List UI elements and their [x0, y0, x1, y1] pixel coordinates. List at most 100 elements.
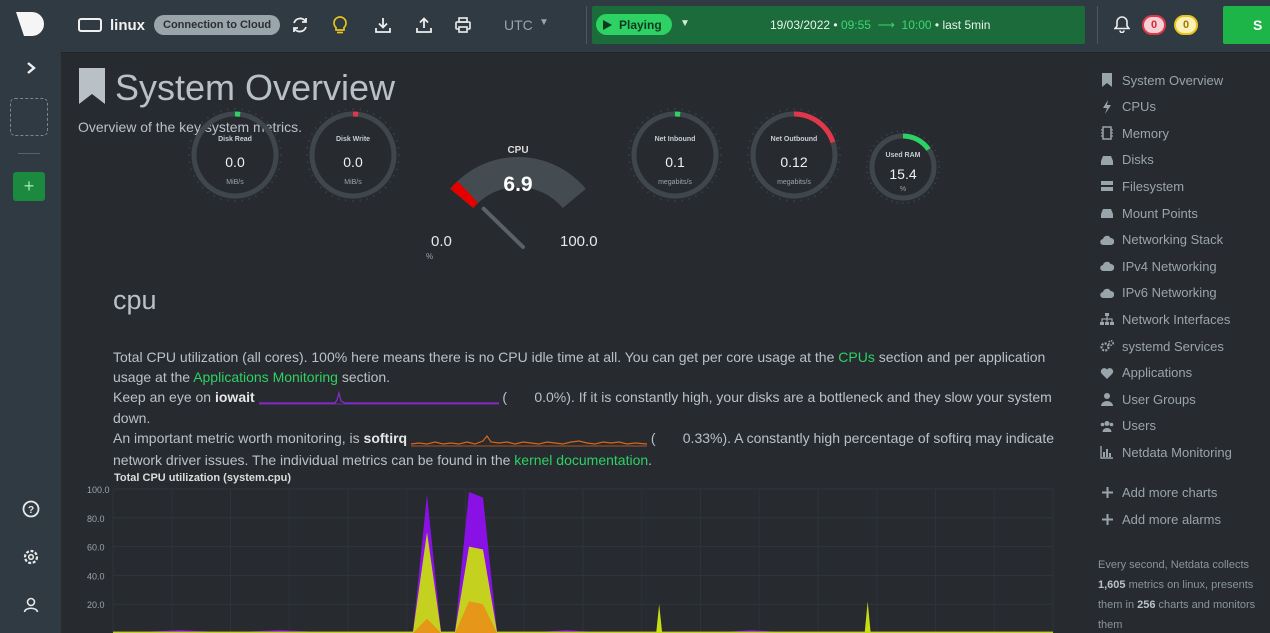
gauge-label: Disk Write [335, 136, 371, 143]
time-range[interactable]: 19/03/2022 • 09:55 ⟶ 10:00 • last 5min [770, 18, 990, 32]
netdata-dashboard: + ? linux Connection to Cloud UTC ▼ Play… [0, 0, 1270, 633]
gauge-label: Used RAM [885, 151, 921, 159]
refresh-icon[interactable] [289, 14, 311, 36]
netdata-logo[interactable] [14, 10, 46, 38]
download-icon[interactable] [372, 14, 394, 36]
chevron-down-icon[interactable]: ▼ [539, 17, 549, 28]
charts-count: 256 [1137, 599, 1156, 611]
plus-icon [1100, 485, 1114, 499]
desc-text: An important metric worth monitoring, is [113, 430, 364, 447]
divider [1097, 6, 1098, 44]
add-more-charts-link[interactable]: Add more charts [1100, 482, 1217, 502]
bell-icon[interactable] [1113, 15, 1131, 38]
softirq-sparkline[interactable] [410, 430, 647, 450]
bar-chart-icon [1100, 445, 1114, 460]
bookmark-icon [79, 68, 105, 104]
cpu-gauge-max: 100.0 [560, 233, 598, 250]
gauge-unit: % [899, 186, 907, 193]
gauge-disk-read[interactable]: Disk Read 0.0 MiB/s [187, 107, 283, 203]
nav-item-label: Netdata Monitoring [1122, 444, 1232, 460]
date-text: 19/03/2022 [770, 18, 831, 32]
cloud-icon [1100, 286, 1114, 300]
add-more-alarms-link[interactable]: Add more alarms [1100, 509, 1221, 529]
gauge-value: 0.0 [225, 154, 245, 170]
connection-to-cloud-badge[interactable]: Connection to Cloud [154, 15, 281, 35]
mount-icon [1100, 206, 1114, 220]
user-profile-icon[interactable] [0, 594, 61, 616]
range-text: last 5min [942, 18, 991, 32]
nav-item-label: systemd Services [1122, 338, 1224, 354]
cpu-utilization-chart[interactable]: 100.0 80.0 60.0 40.0 20.0 [85, 483, 1060, 633]
nav-item-applications[interactable]: Applications [1100, 363, 1192, 383]
chevron-down-icon[interactable]: ▼ [680, 18, 690, 29]
nav-item-system-overview[interactable]: System Overview [1100, 70, 1223, 90]
expand-sidebar-icon[interactable] [0, 56, 61, 80]
gauge-unit: megabits/s [777, 179, 811, 186]
play-button[interactable]: Playing [596, 14, 672, 35]
section-title: cpu [113, 285, 157, 315]
cloud-icon [1100, 259, 1114, 273]
cpus-link[interactable]: CPUs [838, 349, 875, 365]
help-icon[interactable]: ? [0, 498, 61, 520]
nav-item-label: Users [1122, 418, 1156, 434]
nav-item-label: CPUs [1122, 99, 1156, 115]
applications-monitoring-link[interactable]: Applications Monitoring [193, 369, 338, 385]
nav-item-systemd-services[interactable]: systemd Services [1100, 336, 1224, 356]
nav-item-user-groups[interactable]: User Groups [1100, 389, 1196, 409]
play-icon [603, 19, 612, 30]
cloud-icon [1100, 233, 1114, 247]
add-space-button[interactable]: + [13, 172, 45, 201]
nav-item-users[interactable]: Users [1100, 416, 1156, 436]
left-rail: + ? [0, 0, 61, 633]
softirq-label: softirq [363, 430, 408, 447]
space-placeholder[interactable] [10, 98, 48, 136]
lightbulb-icon[interactable] [329, 14, 351, 36]
cpu-gauge[interactable]: CPU 6.9 0.0 100.0 % [426, 145, 607, 265]
gauge-net-outbound[interactable]: Net Outbound 0.12 megabits/s [746, 107, 842, 203]
nav-item-ipv6-networking[interactable]: IPv6 Networking [1100, 283, 1217, 303]
nav-item-label: Disks [1122, 152, 1154, 168]
chart-spike [864, 601, 871, 633]
cpu-gauge-min: 0.0 [431, 233, 452, 250]
softirq-value: 0.33% [682, 430, 723, 447]
gauge-disk-write[interactable]: Disk Write 0.0 MiB/s [305, 107, 401, 203]
nav-item-ipv4-networking[interactable]: IPv4 Networking [1100, 256, 1217, 276]
upload-icon[interactable] [413, 14, 435, 36]
nav-item-label: Mount Points [1122, 205, 1198, 221]
nav-item-mount-points[interactable]: Mount Points [1100, 203, 1198, 223]
nav-item-label: System Overview [1122, 72, 1224, 88]
critical-alarms-badge[interactable]: 0 [1142, 15, 1166, 35]
nav-item-netdata-monitoring[interactable]: Netdata Monitoring [1100, 442, 1232, 462]
chart-spike [656, 604, 663, 633]
sign-in-button[interactable]: S [1223, 6, 1270, 44]
gauge-value: 0.12 [780, 154, 808, 170]
nav-item-network-interfaces[interactable]: Network Interfaces [1100, 309, 1230, 329]
top-bar: linux Connection to Cloud UTC ▼ Playing … [61, 0, 1270, 53]
cpu-gauge-value: 6.9 [503, 173, 533, 196]
gauge-value: 15.4 [889, 166, 917, 183]
rail-divider [18, 153, 40, 154]
sitemap-icon [1100, 312, 1114, 326]
warning-alarms-badge[interactable]: 0 [1174, 15, 1198, 35]
nav-item-networking-stack[interactable]: Networking Stack [1100, 230, 1223, 250]
bookmark-icon [1100, 73, 1114, 87]
kernel-documentation-link[interactable]: kernel documentation [514, 452, 648, 468]
settings-gear-icon[interactable] [0, 546, 61, 568]
nav-item-label: IPv4 Networking [1122, 258, 1217, 274]
gauge-net-inbound[interactable]: Net Inbound 0.1 megabits/s [627, 107, 723, 203]
timezone-selector[interactable]: UTC [504, 17, 533, 33]
playback-panel[interactable]: Playing ▼ 19/03/2022 • 09:55 ⟶ 10:00 • l… [592, 6, 1085, 44]
print-icon[interactable] [452, 14, 474, 36]
host-name[interactable]: linux [110, 0, 145, 50]
nav-item-memory[interactable]: Memory [1100, 123, 1169, 143]
gauge-used-ram[interactable]: Used RAM 15.4% [865, 129, 941, 205]
divider [586, 6, 587, 44]
right-navigation: System Overview CPUs Memory Disks Filesystem… [1086, 53, 1270, 633]
iowait-sparkline[interactable] [258, 388, 499, 408]
time-to: 10:00 [901, 18, 932, 32]
nav-item-cpus[interactable]: CPUs [1100, 97, 1156, 117]
gauge-label: Disk Read [218, 136, 252, 143]
nav-item-filesystem[interactable]: Filesystem [1100, 176, 1184, 196]
gauge-value: 0.0 [343, 154, 363, 170]
nav-item-disks[interactable]: Disks [1100, 150, 1154, 170]
